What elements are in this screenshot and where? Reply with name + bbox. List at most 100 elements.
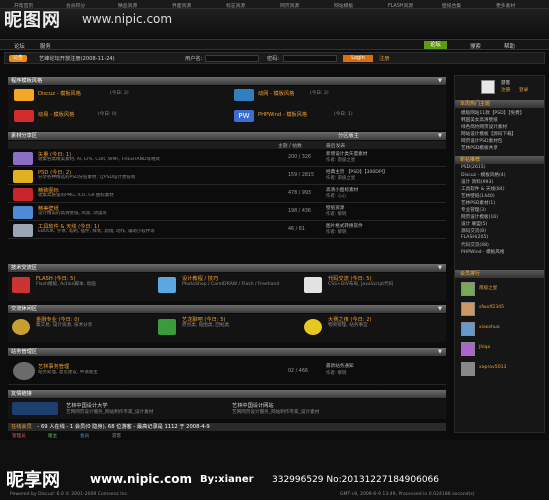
password-input[interactable] <box>283 55 337 62</box>
avatar[interactable] <box>461 322 475 336</box>
hot-topic[interactable]: 模板网站11款【PSD】【免费】 <box>461 110 524 116</box>
last-post-author[interactable]: 作者: 心心 <box>326 193 346 199</box>
rank-user[interactable]: 南极之星 <box>479 285 497 291</box>
forum-row[interactable]: 矢量 (今日: 1) 收集各类精美素材, AI, EPS, CDR, WMF, … <box>8 150 446 167</box>
tech-title[interactable]: FLASH (今日: 5) <box>36 275 76 282</box>
forum-row[interactable]: 精致图标 收集高质量的PNG, ICO, GIF图标素材 478 / 993 高… <box>8 186 446 203</box>
new-post-item[interactable]: PHPWind - 模板风格 <box>461 249 505 255</box>
online-title: 在线会员 <box>11 424 32 430</box>
program-title[interactable]: PHPWind - 模板风格 <box>258 111 307 118</box>
section-title: 站务管理区 <box>11 349 37 355</box>
collapse-icon[interactable]: ▼ <box>438 132 442 140</box>
leisure-title[interactable]: 金融专业 (今日: 0) <box>36 316 80 323</box>
chat-icon <box>158 319 176 335</box>
online-bar[interactable]: 在线会员 - 69 人在线 - 1 会员(0 隐身), 68 位游客 - 最高记… <box>8 423 446 431</box>
collapse-icon[interactable]: ▼ <box>438 348 442 356</box>
nav-left-item[interactable]: 服务 <box>40 42 51 50</box>
section-header-links[interactable]: 友情链接 <box>8 390 446 398</box>
topnav-item[interactable]: 标志资源 <box>226 2 245 8</box>
topnav-item[interactable]: 网站模板 <box>334 2 353 8</box>
program-title[interactable]: Discuz - 模板风格 <box>38 90 81 97</box>
hot-topic[interactable]: 网页设计PSD素材包 <box>461 138 502 144</box>
rank-user[interactable]: xiaoshuo <box>479 325 500 330</box>
last-post-author[interactable]: 作者: 黎明 <box>326 229 346 235</box>
rank-header: 会员排行 <box>455 270 544 278</box>
topnav-item[interactable]: 会员积分 <box>66 2 85 8</box>
last-post-author[interactable]: 作者: 黎明 <box>326 211 346 217</box>
avatar[interactable] <box>461 302 475 316</box>
leisure-title[interactable]: 艺龙聊吧 (今日: 5) <box>182 316 226 323</box>
nav-item-active[interactable]: 论坛 <box>424 41 447 49</box>
new-post-item[interactable]: 代码交流(48) <box>461 242 489 248</box>
hot-topic[interactable]: 网站设计模板【源码下载】 <box>461 131 516 137</box>
rank-user[interactable]: xaprov5013 <box>479 365 506 370</box>
topnav-item[interactable]: 更多素材 <box>496 2 515 8</box>
topnav-item[interactable]: FLASH资源 <box>388 2 413 8</box>
rank-user[interactable]: Jhiqo <box>479 345 490 350</box>
link-title[interactable]: 艺林中国设计网站 <box>232 402 274 409</box>
forum-title[interactable]: 艺林事务管理 <box>38 363 69 370</box>
forum-row[interactable]: PSD (今日: 2) 分享各种精选的PSD分层素材, 让PSD设计更容易 15… <box>8 168 446 185</box>
new-post-item[interactable]: PSD(2615) <box>461 165 486 170</box>
partner-logo-icon[interactable] <box>12 402 58 415</box>
collapse-icon[interactable]: ▼ <box>438 264 442 272</box>
new-post-item[interactable]: 网页设计模板(16) <box>461 214 498 220</box>
login-link[interactable]: 登录 <box>519 87 528 93</box>
hot-topic[interactable]: 艺林PSD模板共享 <box>461 145 498 151</box>
login-button[interactable]: Login <box>343 55 373 62</box>
username-input[interactable] <box>205 55 259 62</box>
section-header-tech[interactable]: 技术交流区 ▼ <box>8 264 446 272</box>
collapse-icon[interactable]: ▼ <box>438 77 442 85</box>
leisure-desc: 物资管理, 站务事宜 <box>328 323 368 328</box>
topnav-item[interactable]: 壁纸合集 <box>442 2 461 8</box>
last-post-author[interactable]: 作者: 黎明 <box>326 370 346 376</box>
last-post-title[interactable]: 最新站务通知 <box>326 363 354 369</box>
topnav-item[interactable]: 精品资源 <box>118 2 137 8</box>
new-post-item[interactable]: 专业管理(3) <box>461 207 486 213</box>
new-post-item[interactable]: 设计 资料(993) <box>461 179 493 185</box>
program-title[interactable]: 动网 - 模板风格 <box>258 90 294 97</box>
hot-topic[interactable]: 韩国美女高清壁纸 <box>461 117 498 123</box>
program-title[interactable]: 动易 - 模板风格 <box>38 111 74 118</box>
avatar[interactable] <box>461 282 475 296</box>
link-motto: 艺网网页设计服务_网站制作专家_设计素材 <box>232 410 320 415</box>
topnav-item[interactable]: 网页资源 <box>280 2 299 8</box>
last-post-author[interactable]: 作者: 南极之星 <box>326 157 355 163</box>
forum-count: 159 / 2815 <box>288 173 315 178</box>
forum-row[interactable]: 艺林事务管理 站务处理, 意见建议, 申请版主 02 / 466 最新站务通知 … <box>8 357 446 385</box>
leisure-title[interactable]: 大赛之夜 (今日: 2) <box>328 316 372 323</box>
moderator-label[interactable]: 分区版主 <box>338 132 359 140</box>
tech-title[interactable]: 代码交流 (今日: 5) <box>328 275 372 282</box>
avatar[interactable] <box>481 80 495 94</box>
section-header-materials[interactable]: 素材分享区 分区版主 ▼ <box>8 132 446 140</box>
link-title[interactable]: 艺林中国设计大学 <box>66 402 108 409</box>
tech-title[interactable]: 设计教程 / 技巧 <box>182 275 218 282</box>
hot-topic[interactable]: 绿色简约网页设计素材 <box>461 124 507 130</box>
new-post-item[interactable]: 工具软件 & 天线(84) <box>461 186 505 192</box>
nav-item[interactable]: 搜索 <box>470 42 481 50</box>
nav-item[interactable]: 帮助 <box>504 42 515 50</box>
avatar[interactable] <box>461 342 475 356</box>
nav-left-item[interactable]: 论坛 <box>14 42 25 50</box>
section-header-programs[interactable]: 程序模板风格 ▼ <box>8 77 446 85</box>
forum-row[interactable]: 工具软件 & 天线 (今日: 1) EBOOK, 字体, 笔刷, 插件, 样式,… <box>8 222 446 239</box>
new-post-item[interactable]: 设计 联盟(5) <box>461 221 487 227</box>
topnav-item[interactable]: 界面资源 <box>172 2 191 8</box>
new-post-item[interactable]: 源码交流(8) <box>461 228 486 234</box>
new-post-item[interactable]: Discuz - 模板风格(4) <box>461 172 506 178</box>
notice-pill[interactable]: 公告 <box>9 55 28 62</box>
rank-user[interactable]: sfwolf2345 <box>479 305 504 310</box>
dvbbs-logo-icon <box>234 89 254 101</box>
last-post-author[interactable]: 作者: 南极之星 <box>326 175 355 181</box>
forum-row[interactable]: 精美壁纸 设计精美的高清壁纸, 风景, 动漫等 198 / 436 壁纸资源 作… <box>8 204 446 221</box>
new-post-item[interactable]: FLASH(205) <box>461 235 488 240</box>
section-header-admin[interactable]: 站务管理区 ▼ <box>8 348 446 356</box>
new-post-item[interactable]: 艺林壁纸(1440) <box>461 193 495 199</box>
section-header-leisure[interactable]: 交流休闲区 ▼ <box>8 305 446 313</box>
register-link[interactable]: 注册 <box>379 55 389 62</box>
new-post-item[interactable]: 艺林PSD素材(1) <box>461 200 495 206</box>
avatar[interactable] <box>461 362 475 376</box>
notice-text[interactable]: 艺峰论坛开放注册(2008-11-24) <box>39 55 115 62</box>
collapse-icon[interactable]: ▼ <box>438 305 442 313</box>
register-link[interactable]: 注册 <box>501 87 510 93</box>
